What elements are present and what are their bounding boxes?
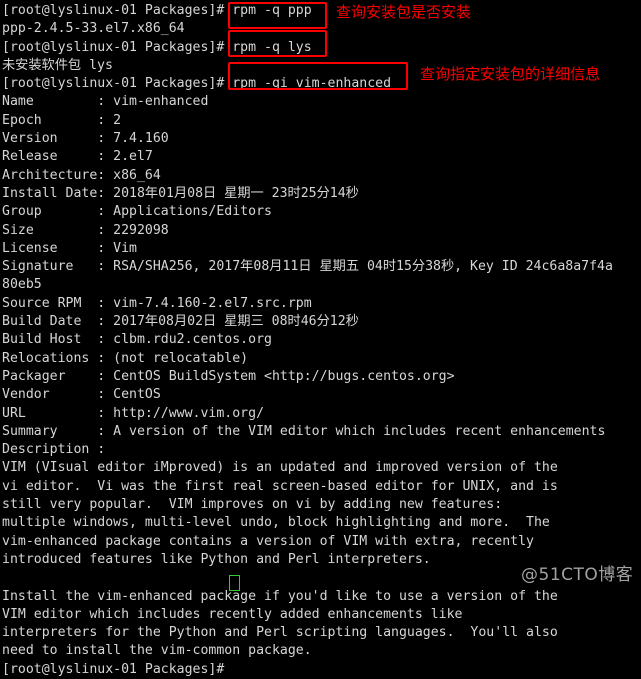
terminal-line: VIM (VIsual editor iMproved) is an updat… xyxy=(2,460,558,476)
terminal-line: [root@lyslinux-01 Packages]# rpm -q ppp xyxy=(2,3,312,18)
terminal-line: Build Date : 2017年08月02日 星期三 08时46分12秒 xyxy=(2,314,359,330)
terminal-line: 80eb5 xyxy=(2,277,42,293)
terminal-line: URL : http://www.vim.org/ xyxy=(2,405,265,421)
terminal-line: Vendor : CentOS xyxy=(2,387,161,403)
terminal-line: Signature : RSA/SHA256, 2017年08月11日 星期五 … xyxy=(2,259,613,275)
watermark: @51CTO博客 xyxy=(521,565,634,585)
terminal-line: Packager : CentOS BuildSystem <http://bu… xyxy=(2,368,455,384)
terminal-line: Install the vim-enhanced package if you'… xyxy=(2,588,558,604)
terminal-line: Description : xyxy=(2,442,106,458)
terminal-line: Source RPM : vim-7.4.160-2.el7.src.rpm xyxy=(2,295,312,311)
terminal-cursor xyxy=(229,575,240,591)
terminal-line: vim-enhanced package contains a version … xyxy=(2,533,534,549)
terminal-line: multiple windows, multi-level undo, bloc… xyxy=(2,515,550,531)
terminal-line: VIM editor which includes recently added… xyxy=(2,606,463,622)
terminal-line: vi editor. Vi was the first real screen-… xyxy=(2,478,558,494)
terminal-line: Epoch : 2 xyxy=(2,112,122,128)
terminal-line: [root@lyslinux-01 Packages]# xyxy=(2,661,225,677)
terminal-line: Architecture: x86_64 xyxy=(2,167,161,183)
terminal-line: Summary : A version of the VIM editor wh… xyxy=(2,423,606,439)
terminal-window: [root@lyslinux-01 Packages]# rpm -q ppp … xyxy=(0,0,641,677)
terminal-line: Build Host : clbm.rdu2.centos.org xyxy=(2,332,272,348)
terminal-line: Relocations : (not relocatable) xyxy=(2,350,249,366)
terminal-line: still very popular. VIM improves on vi b… xyxy=(2,497,503,513)
terminal-line: [root@lyslinux-01 Packages]# rpm -q lys xyxy=(2,39,312,55)
terminal-line: interpreters for the Python and Perl scr… xyxy=(2,625,558,641)
annotation-note-rpm-qi-vim-enhanced: 查询指定安装包的详细信息 xyxy=(420,65,601,83)
terminal-line: ppp-2.4.5-33.el7.x86_64 xyxy=(2,21,185,37)
terminal-line: Version : 7.4.160 xyxy=(2,131,169,147)
terminal-line: Release : 2.el7 xyxy=(2,149,153,165)
terminal-line: Name : vim-enhanced xyxy=(2,94,209,110)
annotation-note-rpm-q-ppp: 查询安装包是否安装 xyxy=(336,3,472,21)
terminal-line: need to install the vim-common package. xyxy=(2,643,312,659)
terminal-line: License : Vim xyxy=(2,240,137,256)
terminal-line: Size : 2292098 xyxy=(2,222,169,238)
terminal-line: Install Date: 2018年01月08日 星期一 23时25分14秒 xyxy=(2,185,359,201)
terminal-line: Group : Applications/Editors xyxy=(2,204,272,220)
